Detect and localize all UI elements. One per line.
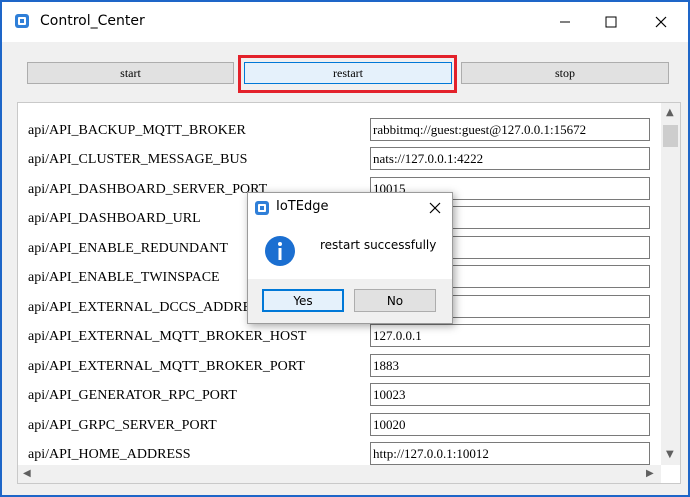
settings-row: api/API_CLUSTER_MESSAGE_BUS nats://127.0…: [18, 145, 658, 175]
vertical-scroll-thumb[interactable]: [663, 125, 678, 147]
setting-label: api/API_GENERATOR_RPC_PORT: [28, 388, 237, 403]
setting-label: api/API_DASHBOARD_SERVER_PORT: [28, 182, 268, 197]
scroll-right-icon[interactable]: ▶: [646, 469, 654, 479]
close-icon: [655, 16, 667, 28]
setting-label: api/API_ENABLE_TWINSPACE: [28, 270, 220, 285]
dialog-message: restart successfully: [320, 238, 437, 252]
horizontal-scrollbar[interactable]: ◀ ▶: [18, 465, 661, 483]
setting-label: api/API_CLUSTER_MESSAGE_BUS: [28, 152, 248, 167]
setting-value-field[interactable]: http://127.0.0.1:10012: [370, 442, 650, 465]
setting-label: api/API_EXTERNAL_DCCS_ADDRESS: [28, 300, 267, 315]
settings-row: api/API_GENERATOR_RPC_PORT 10023: [18, 381, 658, 411]
setting-value-field[interactable]: 127.0.0.1: [370, 324, 650, 347]
setting-value-field[interactable]: nats://127.0.0.1:4222: [370, 147, 650, 170]
setting-label: api/API_GRPC_SERVER_PORT: [28, 418, 217, 433]
setting-value-field[interactable]: 1883: [370, 354, 650, 377]
info-icon: [265, 236, 295, 266]
yes-button[interactable]: Yes: [262, 289, 344, 312]
window-title: Control_Center: [40, 13, 145, 29]
minimize-icon: [560, 21, 570, 23]
close-button[interactable]: [638, 2, 684, 42]
setting-label: api/API_HOME_ADDRESS: [28, 447, 191, 462]
setting-value-field[interactable]: rabbitmq://guest:guest@127.0.0.1:15672: [370, 118, 650, 141]
settings-row: api/API_GRPC_SERVER_PORT 10020: [18, 411, 658, 441]
scroll-up-icon[interactable]: ▲: [666, 108, 674, 118]
setting-label: api/API_ENABLE_REDUNDANT: [28, 241, 228, 256]
scroll-down-icon[interactable]: ▼: [666, 450, 674, 460]
no-button[interactable]: No: [354, 289, 436, 312]
restart-highlight-box: [238, 55, 457, 93]
settings-row: api/API_EXTERNAL_MQTT_BROKER_PORT 1883: [18, 352, 658, 382]
maximize-icon: [605, 16, 617, 28]
app-icon: [15, 14, 29, 28]
setting-value-field[interactable]: 10020: [370, 413, 650, 436]
dialog-body: restart successfully: [248, 223, 452, 279]
settings-row: api/API_EXTERNAL_MQTT_BROKER_HOST 127.0.…: [18, 322, 658, 352]
control-center-window: Control_Center start restart stop api/AP…: [0, 0, 690, 497]
settings-row: api/API_BACKUP_MQTT_BROKER rabbitmq://gu…: [18, 116, 658, 146]
title-bar[interactable]: Control_Center: [2, 2, 688, 42]
dialog-close-button[interactable]: [426, 199, 444, 217]
dialog-title-bar[interactable]: IoTEdge: [248, 193, 452, 223]
close-icon: [429, 202, 441, 214]
message-dialog: IoTEdge restart successfully Yes No: [247, 192, 453, 324]
stop-button[interactable]: stop: [461, 62, 669, 84]
setting-label: api/API_DASHBOARD_URL: [28, 211, 201, 226]
start-button[interactable]: start: [27, 62, 234, 84]
dialog-title: IoTEdge: [276, 199, 329, 214]
minimize-button[interactable]: [542, 2, 588, 42]
setting-label: api/API_BACKUP_MQTT_BROKER: [28, 123, 246, 138]
setting-value-field[interactable]: 10023: [370, 383, 650, 406]
app-icon: [255, 201, 269, 215]
maximize-button[interactable]: [588, 2, 634, 42]
vertical-scrollbar[interactable]: ▲ ▼: [661, 103, 680, 465]
setting-label: api/API_EXTERNAL_MQTT_BROKER_HOST: [28, 329, 307, 344]
scroll-left-icon[interactable]: ◀: [23, 469, 31, 479]
setting-label: api/API_EXTERNAL_MQTT_BROKER_PORT: [28, 359, 305, 374]
